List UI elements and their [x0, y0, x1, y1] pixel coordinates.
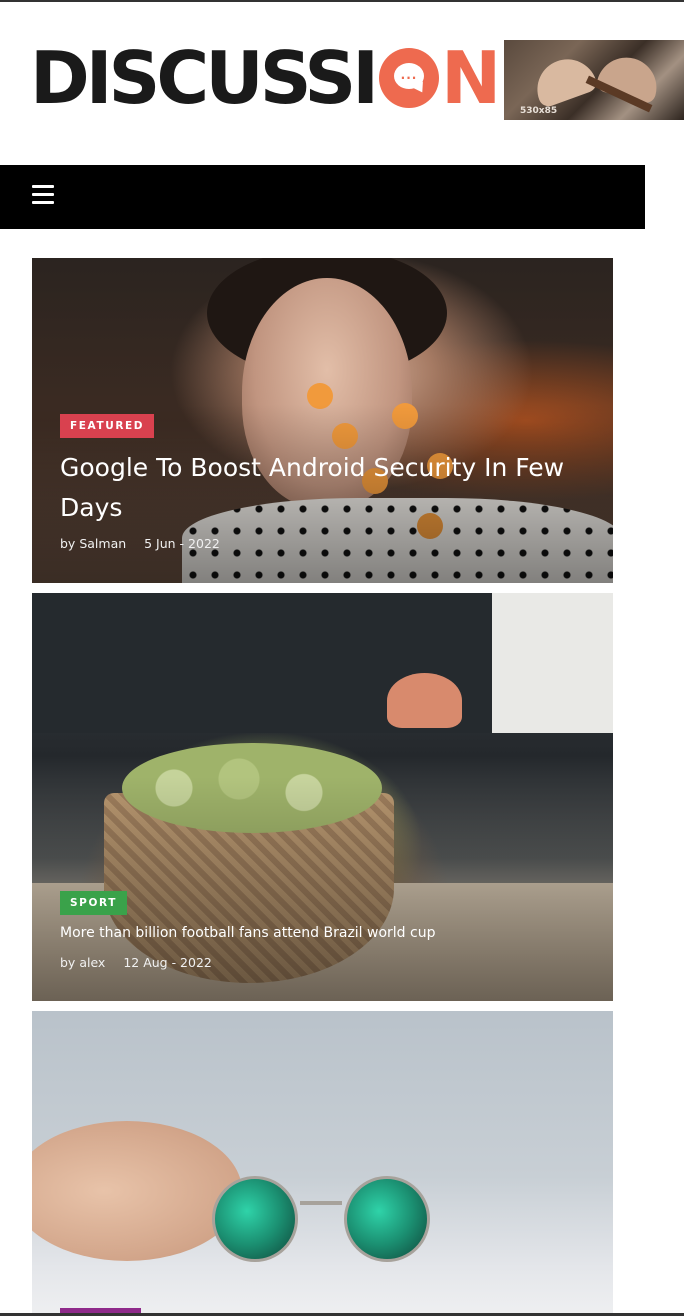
ad-size-label: 530x85: [520, 106, 558, 116]
author-prefix: by: [60, 536, 76, 551]
post-meta: by Salman 5 Jun - 2022: [60, 536, 220, 551]
sunglasses-lens-right: [344, 1176, 430, 1262]
post-card-featured[interactable]: FEATURED Google To Boost Android Securit…: [32, 258, 613, 583]
logo-dots: ...: [400, 68, 418, 82]
category-badge-sport[interactable]: SPORT: [60, 891, 127, 915]
chat-bubble-logo-icon: ...: [378, 46, 439, 110]
post-card-third[interactable]: [32, 1011, 613, 1313]
post-title-link[interactable]: More than billion football fans attend B…: [60, 923, 600, 943]
post-author-link[interactable]: alex: [79, 955, 105, 970]
category-badge-featured[interactable]: FEATURED: [60, 414, 155, 438]
post-date: 5 Jun - 2022: [144, 536, 220, 551]
main-navbar: [0, 165, 645, 229]
sunglasses-lens-left: [212, 1176, 298, 1262]
header-ad-banner[interactable]: 530x85: [504, 40, 684, 120]
post-author-link[interactable]: Salman: [79, 536, 126, 551]
site-logo[interactable]: DISCUSSI ... N: [30, 36, 501, 120]
top-border: [0, 0, 684, 2]
logo-text-prefix: DISCUSSI: [30, 36, 379, 120]
author-prefix: by: [60, 955, 76, 970]
post-card-sport[interactable]: SPORT More than billion football fans at…: [32, 593, 613, 1001]
hamburger-icon[interactable]: [32, 185, 54, 205]
post-date: 12 Aug - 2022: [123, 955, 212, 970]
post-title-link[interactable]: Google To Boost Android Security In Few …: [60, 448, 600, 528]
logo-text-suffix: N: [440, 36, 501, 120]
post-meta: by alex 12 Aug - 2022: [60, 955, 212, 970]
